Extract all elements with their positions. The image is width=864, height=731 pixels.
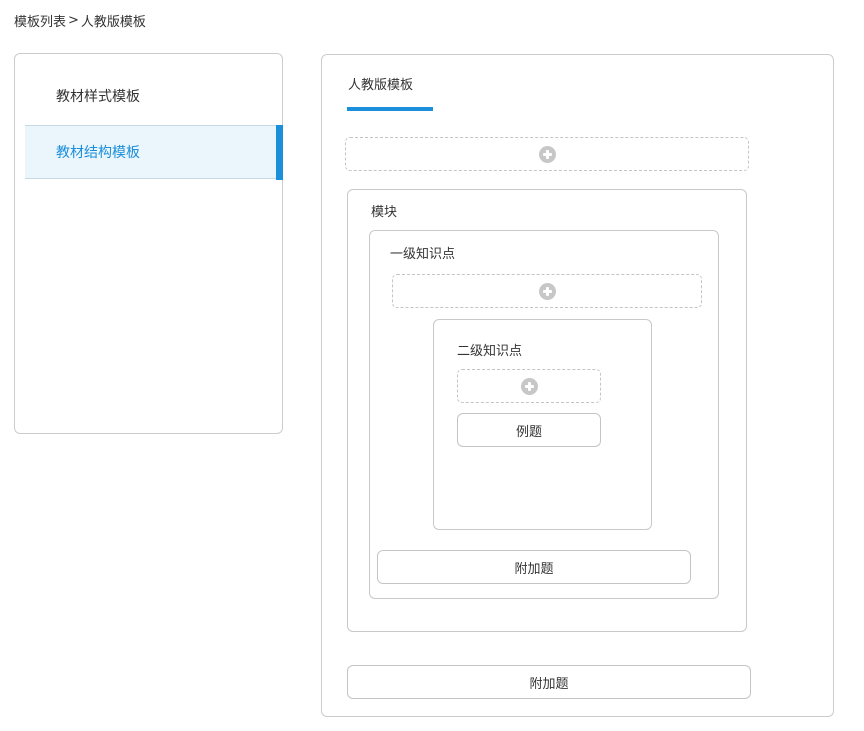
level1-label: 一级知识点	[390, 247, 456, 262]
title-underline	[347, 107, 433, 111]
module-label: 模块	[371, 205, 398, 220]
level1-knowledge-box: 一级知识点 二级知识点 例题 附加题	[369, 230, 719, 599]
sidebar-item-structure-template[interactable]: 教材结构模板	[25, 125, 283, 180]
template-editor-panel: 人教版模板 模块 一级知识点 二级知识点 例题 附加题 附加题	[321, 54, 834, 717]
module-box: 模块 一级知识点 二级知识点 例题 附加题	[347, 189, 747, 632]
example-button[interactable]: 例题	[457, 413, 601, 447]
plus-circle-icon	[538, 282, 556, 300]
plus-circle-icon	[538, 145, 556, 163]
add-module-slot[interactable]	[345, 137, 749, 171]
breadcrumb-current: 人教版模板	[80, 15, 146, 30]
add-level2-item-slot[interactable]	[457, 369, 601, 403]
breadcrumb-separator: >	[68, 13, 79, 28]
plus-circle-icon	[520, 377, 538, 395]
breadcrumb-parent-link[interactable]: 模板列表	[14, 11, 66, 30]
level2-knowledge-box: 二级知识点 例题	[433, 319, 652, 530]
level2-label: 二级知识点	[457, 344, 523, 359]
sidebar-item-label: 教材样式模板	[56, 89, 140, 105]
sidebar-item-label: 教材结构模板	[56, 145, 140, 161]
add-level1-item-slot[interactable]	[392, 274, 702, 308]
active-indicator	[276, 125, 283, 180]
template-type-sidebar: 教材样式模板 教材结构模板	[14, 53, 283, 434]
page-title: 人教版模板	[348, 78, 414, 93]
breadcrumb: 模板列表 > 人教版模板	[14, 11, 146, 30]
sidebar-item-style-template[interactable]: 教材样式模板	[25, 70, 283, 124]
level1-extra-question-button[interactable]: 附加题	[377, 550, 691, 584]
extra-question-button[interactable]: 附加题	[347, 665, 751, 699]
